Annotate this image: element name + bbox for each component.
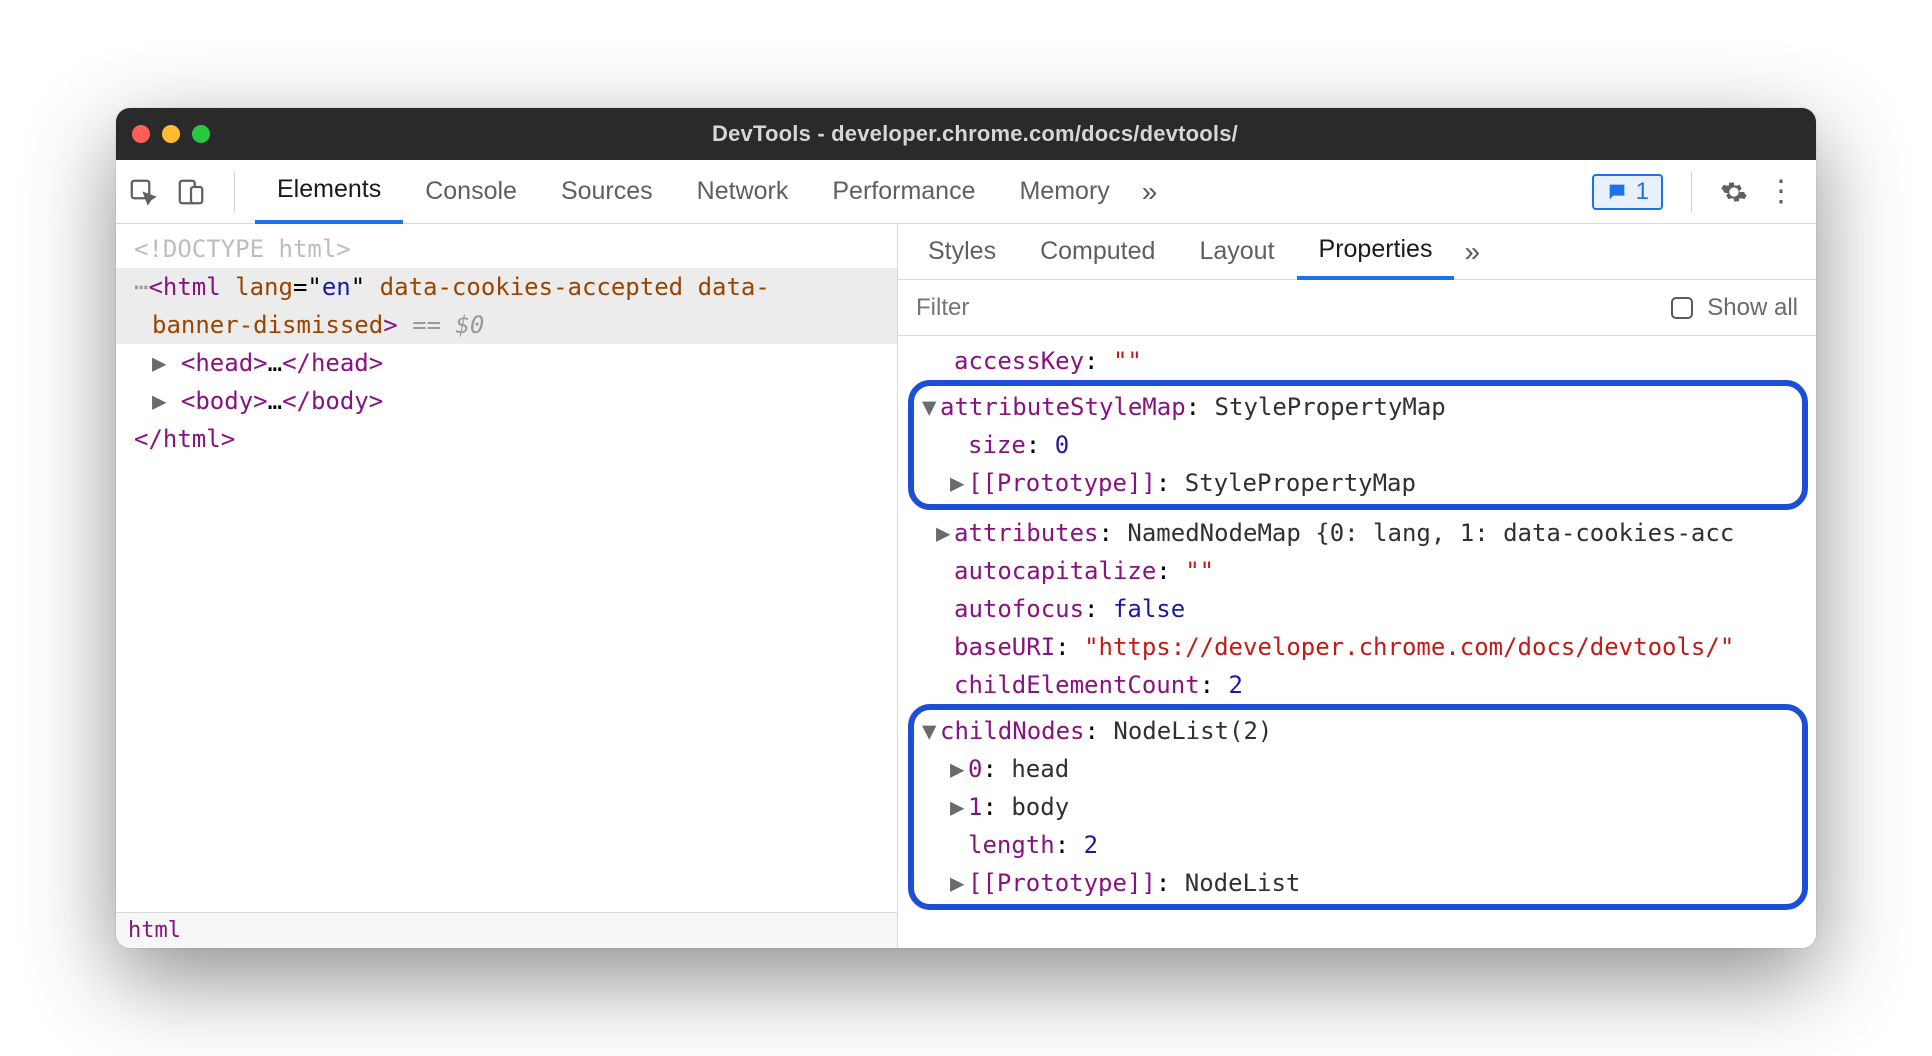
prop-autofocus[interactable]: autofocus: false [908, 590, 1816, 628]
inspect-element-icon[interactable] [128, 177, 158, 207]
breadcrumb[interactable]: html [116, 912, 897, 948]
body-node[interactable]: ▶ <body>…</body> [116, 382, 897, 420]
prop-childElementCount[interactable]: childElementCount: 2 [908, 666, 1816, 704]
prop-attributeStyleMap[interactable]: ▼attributeStyleMap: StylePropertyMap [922, 388, 1794, 426]
settings-gear-icon[interactable] [1720, 178, 1748, 206]
feedback-badge[interactable]: 1 [1592, 174, 1663, 210]
tab-elements[interactable]: Elements [255, 160, 403, 224]
more-subtabs-icon[interactable]: » [1454, 236, 1490, 268]
main-tabstrip: Elements Console Sources Network Perform… [116, 160, 1816, 224]
html-node[interactable]: ⋯<html lang="en" data-cookies-accepted d… [116, 268, 897, 306]
device-toolbar-icon[interactable] [176, 177, 206, 207]
prop-attributes[interactable]: ▶attributes: NamedNodeMap {0: lang, 1: d… [908, 514, 1816, 552]
sidebar-pane: Styles Computed Layout Properties » Show… [898, 224, 1816, 948]
filter-bar: Show all [898, 280, 1816, 336]
tab-console[interactable]: Console [403, 160, 539, 224]
prop-childNodes-1[interactable]: ▶1: body [922, 788, 1794, 826]
tab-sources[interactable]: Sources [539, 160, 675, 224]
prop-childNodes-length[interactable]: length: 2 [922, 826, 1794, 864]
prop-attributeStyleMap-size[interactable]: size: 0 [922, 426, 1794, 464]
sidebar-tabstrip: Styles Computed Layout Properties » [898, 224, 1816, 280]
content-area: <!DOCTYPE html> ⋯<html lang="en" data-co… [116, 224, 1816, 948]
traffic-lights [132, 125, 210, 143]
close-window-button[interactable] [132, 125, 150, 143]
filter-input[interactable] [916, 294, 1116, 322]
separator [1691, 172, 1692, 212]
show-all-label: Show all [1707, 294, 1798, 322]
feedback-count: 1 [1636, 178, 1649, 206]
prop-childNodes-proto[interactable]: ▶[[Prototype]]: NodeList [922, 864, 1794, 902]
tab-performance[interactable]: Performance [810, 160, 997, 224]
titlebar: DevTools - developer.chrome.com/docs/dev… [116, 108, 1816, 160]
minimize-window-button[interactable] [162, 125, 180, 143]
tab-memory[interactable]: Memory [997, 160, 1131, 224]
subtab-styles[interactable]: Styles [906, 224, 1018, 280]
selected-ref: == $0 [398, 311, 485, 339]
subtab-layout[interactable]: Layout [1177, 224, 1296, 280]
dom-tree[interactable]: <!DOCTYPE html> ⋯<html lang="en" data-co… [116, 224, 897, 912]
subtab-properties[interactable]: Properties [1297, 224, 1455, 280]
prop-accessKey[interactable]: accessKey: "" [908, 342, 1816, 380]
more-tabs-icon[interactable]: » [1132, 176, 1168, 208]
tab-network[interactable]: Network [675, 160, 811, 224]
subtab-computed[interactable]: Computed [1018, 224, 1177, 280]
properties-list[interactable]: accessKey: "" ▼attributeStyleMap: StyleP… [898, 336, 1816, 948]
highlight-attributeStyleMap: ▼attributeStyleMap: StylePropertyMap siz… [908, 380, 1808, 510]
window-title: DevTools - developer.chrome.com/docs/dev… [210, 121, 1740, 147]
prop-baseURI[interactable]: baseURI: "https://developer.chrome.com/d… [908, 628, 1816, 666]
separator [234, 172, 235, 212]
dom-pane: <!DOCTYPE html> ⋯<html lang="en" data-co… [116, 224, 898, 948]
head-node[interactable]: ▶ <head>…</head> [116, 344, 897, 382]
html-close: </html> [116, 420, 897, 458]
prop-attributeStyleMap-proto[interactable]: ▶[[Prototype]]: StylePropertyMap [922, 464, 1794, 502]
kebab-menu-icon[interactable]: ⋮ [1766, 174, 1798, 209]
prop-childNodes[interactable]: ▼childNodes: NodeList(2) [922, 712, 1794, 750]
zoom-window-button[interactable] [192, 125, 210, 143]
prop-childNodes-0[interactable]: ▶0: head [922, 750, 1794, 788]
doctype-node[interactable]: <!DOCTYPE html> [134, 235, 351, 263]
devtools-window: DevTools - developer.chrome.com/docs/dev… [116, 108, 1816, 948]
show-all-checkbox[interactable] [1671, 297, 1693, 319]
highlight-childNodes: ▼childNodes: NodeList(2) ▶0: head ▶1: bo… [908, 704, 1808, 910]
prop-autocapitalize[interactable]: autocapitalize: "" [908, 552, 1816, 590]
